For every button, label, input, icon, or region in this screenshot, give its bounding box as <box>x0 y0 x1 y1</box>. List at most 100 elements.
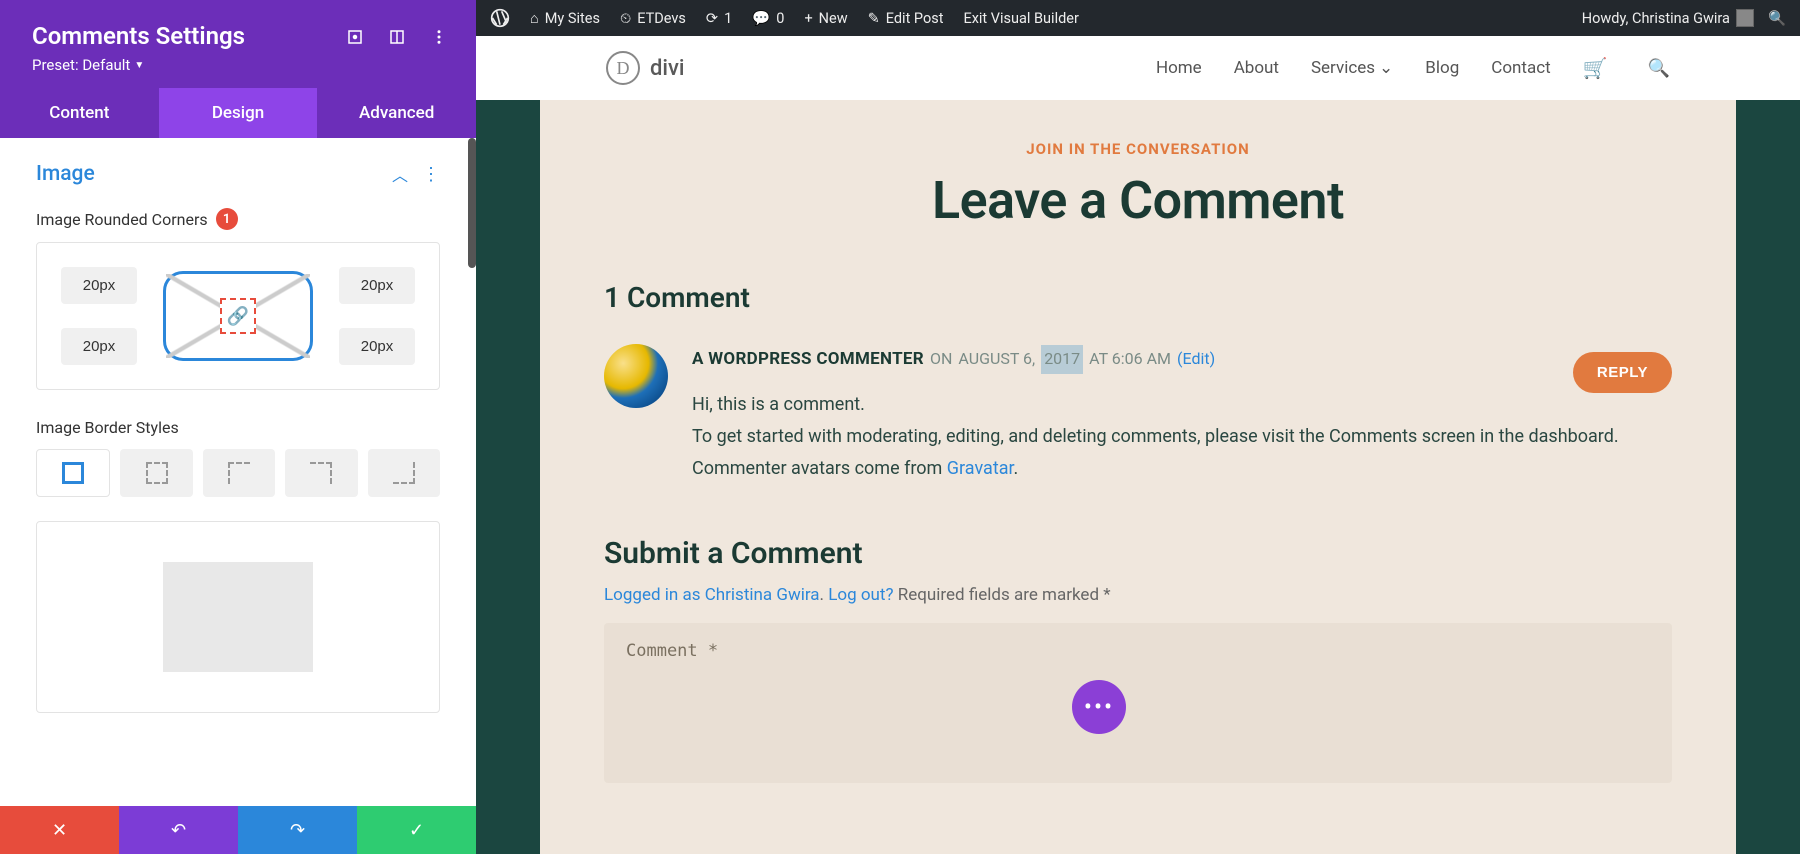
cart-icon[interactable]: 🛒 <box>1583 56 1608 80</box>
tabs: Content Design Advanced <box>0 88 476 138</box>
comment-para-2: To get started with moderating, editing,… <box>692 421 1672 453</box>
site-header: D divi Home About Services ⌄ Blog Contac… <box>476 36 1800 100</box>
corner-tr-input[interactable] <box>339 267 415 304</box>
avatar <box>1736 9 1754 27</box>
panel-footer: ✕ ↶ ↷ ✓ <box>0 806 476 854</box>
border-style-all[interactable] <box>36 449 110 497</box>
header-icons <box>346 28 448 46</box>
rounded-corners-control: 🔗 <box>36 242 440 390</box>
commenter-name: A WORDPRESS COMMENTER <box>692 344 924 375</box>
new-link[interactable]: +New <box>804 10 847 27</box>
border-styles <box>36 449 440 497</box>
eyebrow: JOIN IN THE CONVERSATION <box>604 140 1672 158</box>
panel-header: Comments Settings Preset: Default ▼ <box>0 0 476 88</box>
nav-blog[interactable]: Blog <box>1425 58 1459 78</box>
border-style-5[interactable] <box>368 449 440 497</box>
nav-services[interactable]: Services ⌄ <box>1311 58 1393 78</box>
comment-para-1: Hi, this is a comment. <box>692 389 1672 421</box>
meta-time: AT 6:06 AM <box>1089 345 1171 374</box>
columns-icon[interactable] <box>388 28 406 46</box>
divi-logo[interactable]: D divi <box>606 51 685 85</box>
chevron-up-icon[interactable]: ︿ <box>392 162 408 186</box>
gauge-icon: ⏲ <box>620 10 631 27</box>
undo-button[interactable]: ↶ <box>119 806 238 854</box>
step-badge: 1 <box>216 208 238 230</box>
comment-icon: 💬 <box>752 10 770 27</box>
expand-icon[interactable] <box>346 28 364 46</box>
field-label-rounded: Image Rounded Corners 1 <box>36 208 440 230</box>
link-corners-toggle[interactable]: 🔗 <box>220 298 256 334</box>
page-content: JOIN IN THE CONVERSATION Leave a Comment… <box>540 100 1736 854</box>
meta-date-pre: AUGUST 6, <box>958 345 1035 374</box>
site-link[interactable]: ⏲ETDevs <box>620 10 686 27</box>
home-icon: ⌂ <box>530 10 539 27</box>
border-style-2[interactable] <box>120 449 192 497</box>
chevron-down-icon: ⌄ <box>1379 58 1393 78</box>
corner-br-input[interactable] <box>339 328 415 365</box>
border-preview <box>163 562 313 672</box>
settings-panel: Comments Settings Preset: Default ▼ Cont… <box>0 0 476 854</box>
border-style-4[interactable] <box>285 449 357 497</box>
ellipsis-icon: ••• <box>1084 693 1114 721</box>
scrollbar[interactable] <box>468 138 476 268</box>
greeting-link[interactable]: Howdy, Christina Gwira <box>1582 9 1754 27</box>
link-icon: 🔗 <box>227 306 249 327</box>
divi-logo-icon: D <box>606 51 640 85</box>
section-title: Image <box>36 162 95 186</box>
nav-contact[interactable]: Contact <box>1491 58 1550 78</box>
cancel-button[interactable]: ✕ <box>0 806 119 854</box>
border-style-3[interactable] <box>203 449 275 497</box>
required-note: Required fields are marked * <box>898 585 1111 605</box>
refresh-icon: ⟳ <box>706 10 718 27</box>
submit-title: Submit a Comment <box>604 536 1672 571</box>
comment-para-3: Commenter avatars come from Gravatar. <box>692 453 1672 485</box>
main-nav: Home About Services ⌄ Blog Contact 🛒 🔍 <box>1156 56 1670 80</box>
tab-design[interactable]: Design <box>159 88 318 138</box>
main-area: ⌂My Sites ⏲ETDevs ⟳1 💬0 +New ✎Edit Post … <box>476 0 1800 854</box>
edit-comment-link[interactable]: (Edit) <box>1177 345 1215 374</box>
logout-link[interactable]: Log out? <box>828 585 893 605</box>
corner-preview: 🔗 <box>163 271 313 361</box>
plus-icon: + <box>804 10 812 27</box>
meta-on: ON <box>930 345 952 374</box>
tab-content[interactable]: Content <box>0 88 159 138</box>
comment-textarea[interactable] <box>604 623 1672 783</box>
redo-button[interactable]: ↷ <box>238 806 357 854</box>
pencil-icon: ✎ <box>868 10 880 27</box>
my-sites-link[interactable]: ⌂My Sites <box>530 10 600 27</box>
logged-in-link[interactable]: Logged in as Christina Gwira <box>604 585 820 605</box>
search-icon[interactable]: 🔍 <box>1648 58 1670 79</box>
exit-vb-link[interactable]: Exit Visual Builder <box>963 10 1078 27</box>
divi-logo-text: divi <box>650 56 685 81</box>
edit-post-link[interactable]: ✎Edit Post <box>868 10 944 27</box>
comment-body: A WORDPRESS COMMENTER ON AUGUST 6, 2017 … <box>692 344 1672 486</box>
corner-bl-input[interactable] <box>61 328 137 365</box>
preset-dropdown[interactable]: Preset: Default ▼ <box>32 56 444 74</box>
comments-count-title: 1 Comment <box>604 281 1672 314</box>
comment-meta: A WORDPRESS COMMENTER ON AUGUST 6, 2017 … <box>692 344 1672 375</box>
search-icon[interactable]: 🔍 <box>1768 10 1786 27</box>
reply-button[interactable]: REPLY <box>1573 352 1672 393</box>
kebab-icon[interactable]: ⋮ <box>422 164 440 185</box>
hero-title: Leave a Comment <box>604 170 1672 231</box>
updates-link[interactable]: ⟳1 <box>706 10 732 27</box>
caret-down-icon: ▼ <box>134 60 144 71</box>
section-header-image[interactable]: Image ︿ ⋮ <box>36 162 440 186</box>
border-preview-card <box>36 521 440 713</box>
fab-more[interactable]: ••• <box>1072 680 1126 734</box>
tab-advanced[interactable]: Advanced <box>317 88 476 138</box>
panel-body: Image ︿ ⋮ Image Rounded Corners 1 🔗 Imag… <box>0 138 476 806</box>
nav-about[interactable]: About <box>1234 58 1279 78</box>
meta-year-highlight: 2017 <box>1041 345 1083 374</box>
submit-meta: Logged in as Christina Gwira. Log out? R… <box>604 585 1672 605</box>
corner-tl-input[interactable] <box>61 267 137 304</box>
wp-admin-bar: ⌂My Sites ⏲ETDevs ⟳1 💬0 +New ✎Edit Post … <box>476 0 1800 36</box>
save-button[interactable]: ✓ <box>357 806 476 854</box>
gravatar-link[interactable]: Gravatar <box>947 458 1014 479</box>
nav-home[interactable]: Home <box>1156 58 1202 78</box>
kebab-icon[interactable] <box>430 28 448 46</box>
wp-logo-icon[interactable] <box>490 8 510 28</box>
comments-link[interactable]: 💬0 <box>752 10 784 27</box>
comment: A WORDPRESS COMMENTER ON AUGUST 6, 2017 … <box>604 344 1672 486</box>
avatar <box>604 344 668 408</box>
